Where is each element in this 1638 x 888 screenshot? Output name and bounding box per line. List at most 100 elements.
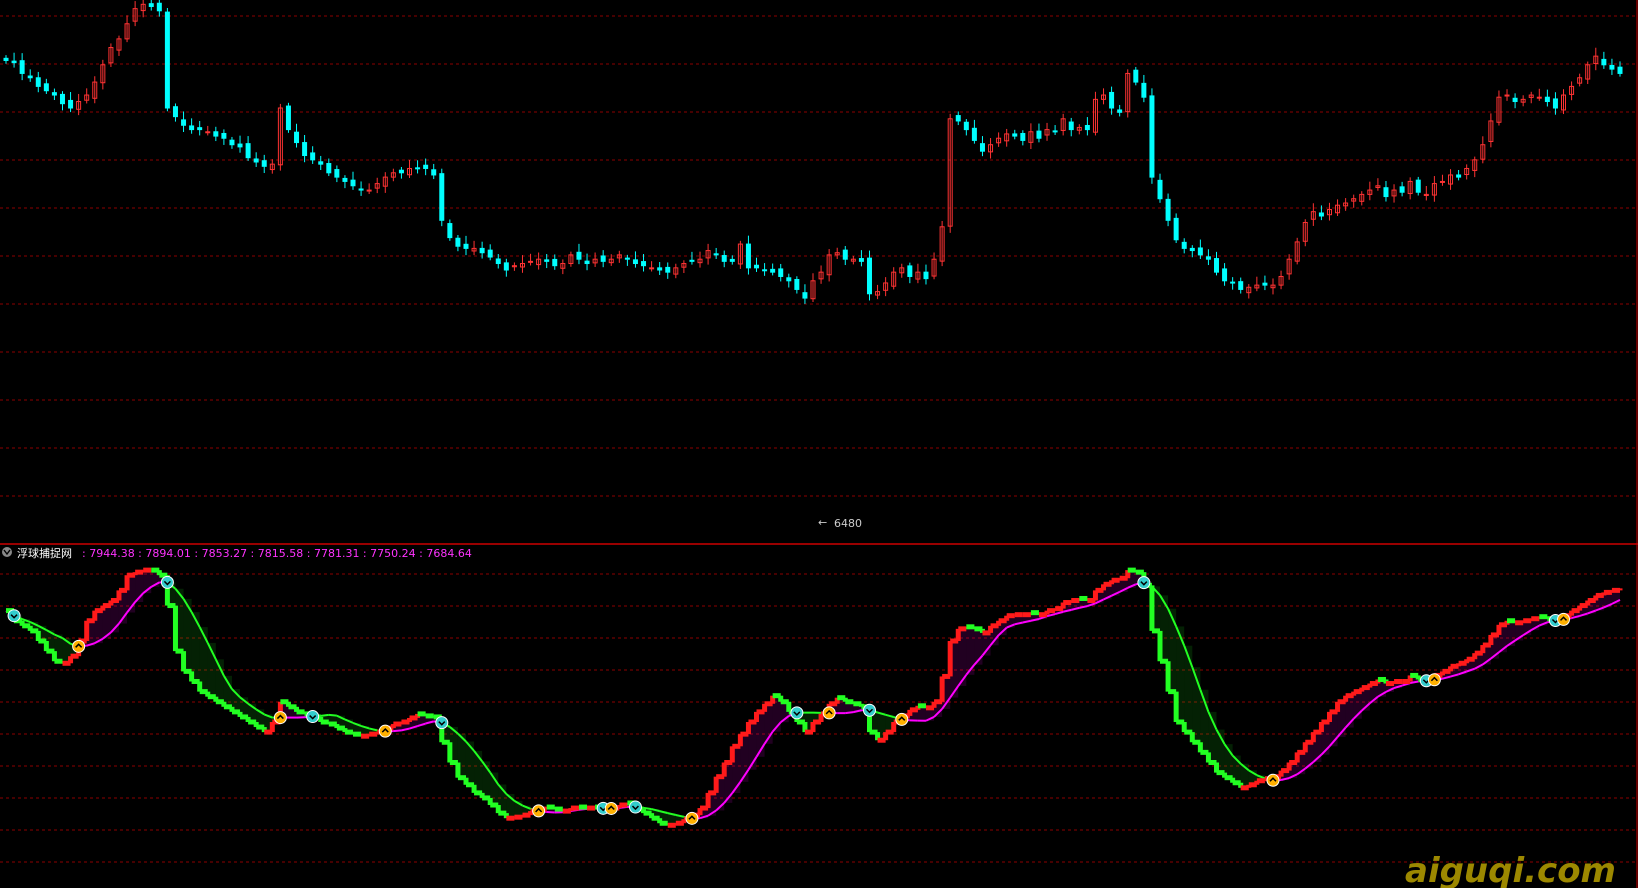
candle-body xyxy=(318,161,324,165)
net-fill-segment xyxy=(191,612,200,682)
candle-body xyxy=(479,247,485,254)
sell-signal-icon xyxy=(306,710,320,724)
candle-body xyxy=(1052,130,1058,133)
candle-body xyxy=(1544,96,1550,103)
candle-body xyxy=(745,243,751,269)
candle-body xyxy=(43,83,49,92)
buy-signal-icon xyxy=(685,811,699,825)
candle-body xyxy=(495,258,501,265)
candle-body xyxy=(423,164,429,169)
candle-body xyxy=(261,160,267,167)
candle-body xyxy=(955,115,961,122)
candle-body xyxy=(3,57,9,61)
candle-body xyxy=(27,75,33,79)
candle-body xyxy=(584,260,590,265)
candle-body xyxy=(1617,66,1623,74)
collapse-icon[interactable] xyxy=(2,547,12,557)
candle-body xyxy=(1552,98,1558,109)
candle-body xyxy=(237,143,243,148)
buy-signal-icon xyxy=(1427,673,1441,687)
buy-signal-icon xyxy=(1266,773,1280,787)
candle-body xyxy=(866,257,872,295)
candle-body xyxy=(1222,268,1228,282)
candle-body xyxy=(1189,247,1195,252)
candle-body xyxy=(1536,96,1542,99)
candle-body xyxy=(971,127,977,141)
chart-background xyxy=(0,0,1638,888)
candle-body xyxy=(1609,64,1615,70)
sell-signal-icon xyxy=(435,716,449,730)
candle-body xyxy=(1383,187,1389,198)
stock-chart[interactable]: ← 6480 浮球捕捉网 : 7944.38 : 7894.01 : 7853.… xyxy=(0,0,1638,888)
candle-body xyxy=(156,2,162,12)
candle-body xyxy=(342,177,348,182)
candle-body xyxy=(447,223,453,239)
candle-body xyxy=(1117,109,1123,113)
candle-body xyxy=(148,3,154,7)
candle-body xyxy=(649,267,655,270)
candle-body xyxy=(762,269,768,272)
candle-body xyxy=(463,243,469,249)
candle-body xyxy=(294,131,300,144)
candle-body xyxy=(334,169,340,178)
candle-body xyxy=(19,60,25,74)
candle-body xyxy=(1068,121,1074,131)
candle-body xyxy=(197,127,203,131)
candle-body xyxy=(632,259,638,265)
candle-body xyxy=(1262,282,1268,286)
candle-body xyxy=(213,131,219,137)
candle-body xyxy=(1141,82,1147,98)
low-marker-arrow: ← xyxy=(818,516,827,529)
candle-body xyxy=(544,259,550,262)
sell-signal-icon xyxy=(790,706,804,720)
candle-body xyxy=(552,258,558,267)
candle-body xyxy=(1230,281,1236,284)
candle-body xyxy=(398,169,404,174)
indicator-values: : 7944.38 : 7894.01 : 7853.27 : 7815.58 … xyxy=(82,547,472,560)
band-line-segment xyxy=(643,806,652,811)
candle-body xyxy=(1149,95,1155,178)
candle-body xyxy=(1133,69,1139,83)
candle-body xyxy=(189,125,195,131)
candle-body xyxy=(923,271,929,280)
sell-signal-icon xyxy=(862,703,876,717)
candle-body xyxy=(624,257,630,260)
candle-body xyxy=(1318,212,1324,217)
indicator-name[interactable]: 浮球捕捉网 xyxy=(17,546,72,560)
band-line-segment xyxy=(393,729,402,733)
candle-body xyxy=(1439,180,1445,183)
candle-body xyxy=(778,268,784,277)
candle-body xyxy=(1165,198,1171,221)
candle-body xyxy=(455,237,461,247)
band-line-segment xyxy=(845,711,854,715)
band-line-segment xyxy=(328,713,337,717)
buy-signal-icon xyxy=(378,724,392,738)
candle-body xyxy=(1109,91,1115,109)
candle-body xyxy=(431,169,437,176)
candle-body xyxy=(1012,133,1018,137)
candle-body xyxy=(358,188,364,191)
candle-body xyxy=(1197,247,1203,256)
candle-body xyxy=(979,143,985,152)
candle-body xyxy=(1173,217,1179,241)
candle-body xyxy=(51,92,57,96)
candle-body xyxy=(285,105,291,131)
candle-body xyxy=(721,255,727,262)
candle-body xyxy=(229,139,235,146)
buy-signal-icon xyxy=(273,711,287,725)
candle-body xyxy=(68,99,74,109)
candle-body xyxy=(1181,241,1187,249)
candle-body xyxy=(164,11,170,109)
candle-body xyxy=(487,249,493,258)
candle-body xyxy=(1456,174,1462,178)
candle-body xyxy=(1399,186,1405,193)
candle-body xyxy=(253,158,259,163)
candle-body xyxy=(641,261,647,267)
sell-signal-icon xyxy=(7,609,21,623)
candle-body xyxy=(221,132,227,139)
buy-signal-icon xyxy=(604,801,618,815)
candle-body xyxy=(1512,97,1518,103)
candle-body xyxy=(1601,58,1607,66)
buy-signal-icon xyxy=(1557,612,1571,626)
band-line-segment xyxy=(320,713,329,717)
